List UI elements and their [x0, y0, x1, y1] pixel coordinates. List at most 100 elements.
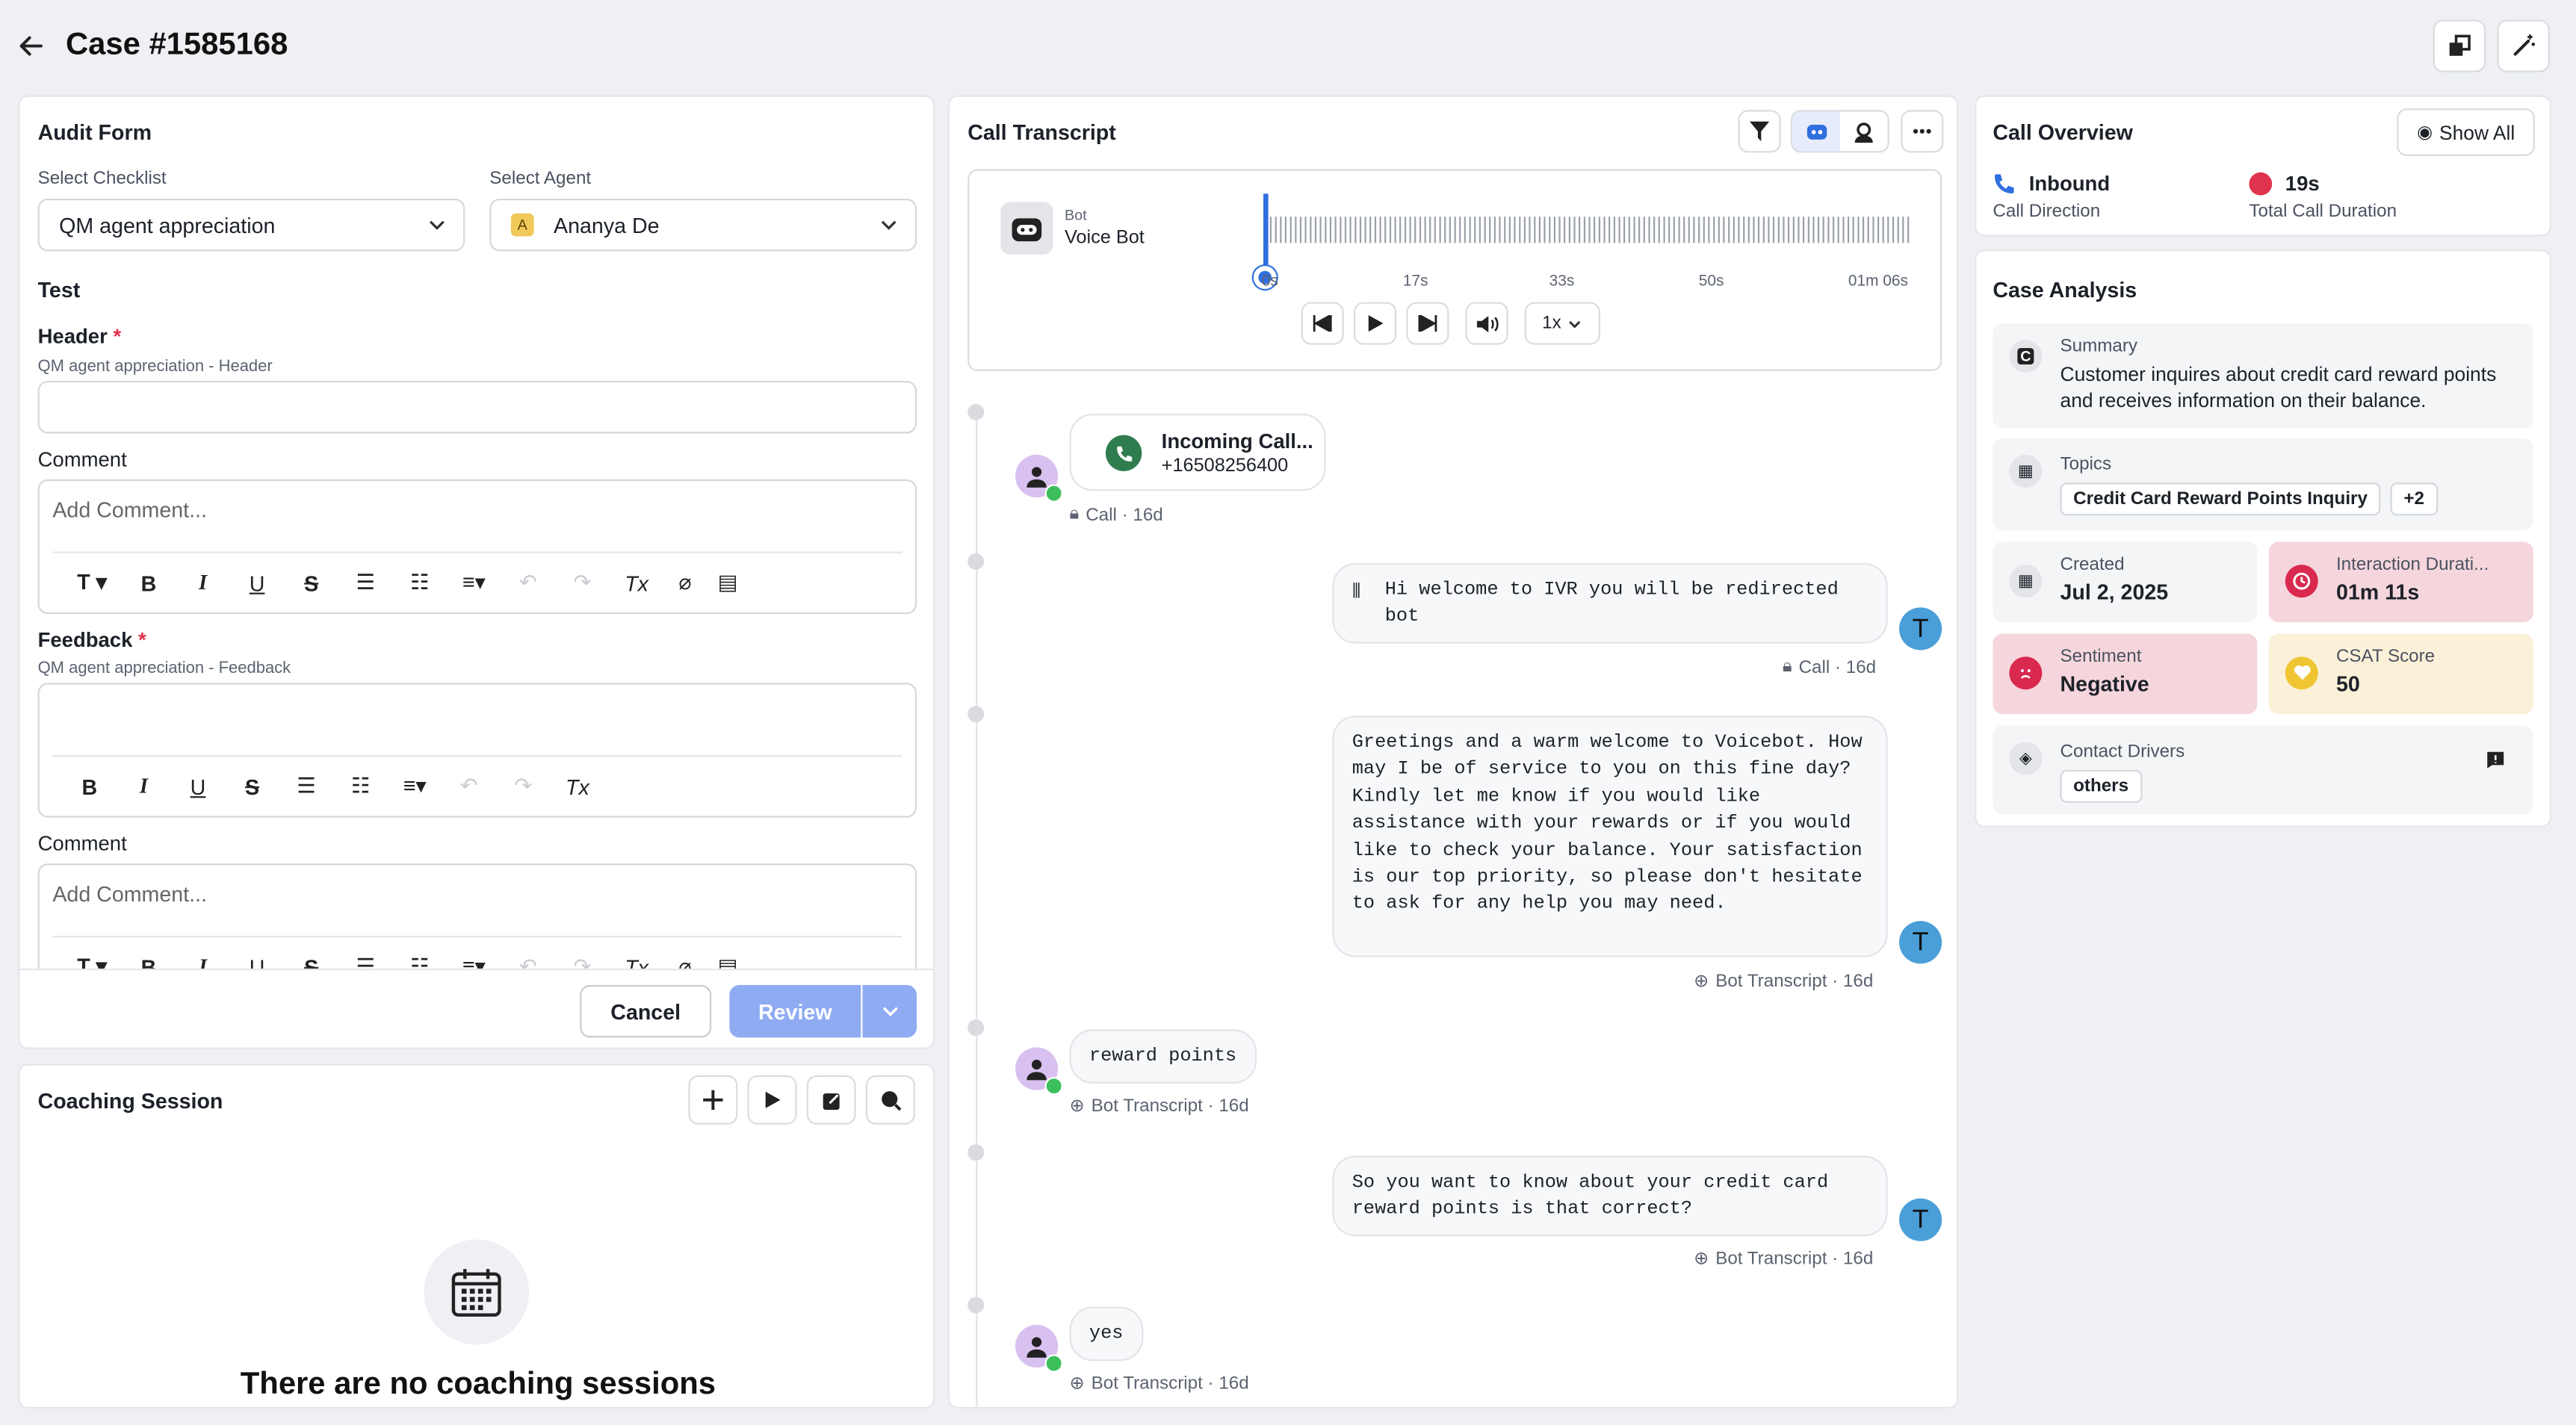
- coaching-empty-text: There are no coaching sessions: [240, 1367, 716, 1403]
- undo-icon[interactable]: ↶: [501, 566, 556, 599]
- bold-icon[interactable]: B: [122, 566, 176, 599]
- underline-icon[interactable]: U: [230, 566, 285, 599]
- csat-card: CSAT Score 50: [2268, 633, 2533, 715]
- waveform-bar: [1832, 217, 1835, 243]
- align-icon[interactable]: ≡▾: [388, 770, 442, 803]
- add-session-button[interactable]: [688, 1075, 738, 1125]
- waveform-bar: [1359, 217, 1362, 243]
- waveform-bar: [1678, 217, 1680, 243]
- sentiment-value: Negative: [2060, 671, 2149, 697]
- bold-icon[interactable]: B: [63, 770, 117, 803]
- strikethrough-icon[interactable]: S: [284, 566, 338, 599]
- agent-select[interactable]: A Ananya De: [489, 198, 917, 252]
- play-session-button[interactable]: [747, 1075, 797, 1125]
- interaction-card: Interaction Durati... 01m 11s: [2268, 541, 2533, 623]
- cancel-button[interactable]: Cancel: [580, 984, 712, 1038]
- numbered-list-icon[interactable]: ☷: [333, 770, 388, 803]
- waveform-bar: [1269, 217, 1272, 243]
- underline-icon[interactable]: U: [171, 770, 226, 803]
- feedback-editor[interactable]: B I U S ☰ ☷ ≡▾ ↶ ↷ Tx: [37, 683, 917, 818]
- bullet-list-icon[interactable]: ☰: [338, 566, 393, 599]
- more-options-button[interactable]: [1901, 110, 1944, 153]
- waveform-bar: [1892, 217, 1895, 243]
- player-name: Voice Bot: [1064, 228, 1145, 248]
- user-icon: [1027, 467, 1047, 488]
- summary-text: Customer inquires about credit card rewa…: [2060, 362, 2497, 412]
- waveform-bar: [1374, 217, 1377, 243]
- play-button[interactable]: [1353, 302, 1397, 345]
- drivers-label: Contact Drivers: [2060, 742, 2185, 762]
- clear-format-icon[interactable]: Tx: [551, 770, 605, 803]
- volume-button[interactable]: [1465, 302, 1508, 345]
- waveform-bar: [1549, 217, 1551, 243]
- filter-button[interactable]: [1738, 110, 1781, 153]
- review-dropdown-button[interactable]: [862, 984, 917, 1038]
- bot-view-button[interactable]: [1792, 111, 1840, 152]
- italic-icon[interactable]: I: [117, 770, 171, 803]
- waveform-bar: [1534, 217, 1536, 243]
- waveform-bar: [1753, 217, 1755, 243]
- speed-select[interactable]: 1x: [1524, 302, 1600, 345]
- agent-value: Ananya De: [554, 212, 660, 238]
- bullet-list-icon[interactable]: ☰: [279, 770, 334, 803]
- align-icon[interactable]: ≡▾: [447, 566, 501, 599]
- clear-format-icon[interactable]: Tx: [610, 566, 664, 599]
- edit-session-button[interactable]: [806, 1075, 856, 1125]
- redo-icon[interactable]: ↷: [555, 566, 610, 599]
- waveform-bar: [1603, 217, 1606, 243]
- globe-icon: ⊕: [1069, 1373, 1085, 1394]
- waveform-bar: [1693, 217, 1695, 243]
- show-all-button[interactable]: ◉ Show All: [2397, 108, 2536, 156]
- created-card: ▦ Created Jul 2, 2025: [1993, 541, 2258, 623]
- numbered-list-icon[interactable]: ☷: [393, 566, 448, 599]
- customer-message: reward points: [1069, 1029, 1257, 1084]
- header-input[interactable]: [37, 380, 917, 434]
- customer-avatar: [1015, 1324, 1063, 1373]
- magic-wand-icon[interactable]: [2497, 19, 2550, 72]
- inbound-icon: [1993, 173, 2016, 204]
- popout-icon[interactable]: [2433, 19, 2486, 72]
- waveform-bar: [1887, 217, 1889, 243]
- chevron-down-icon: [881, 220, 897, 230]
- waveform-bar: [1812, 217, 1815, 243]
- rewind-button[interactable]: [1301, 302, 1344, 345]
- time-tick-label: 17s: [1402, 272, 1428, 291]
- redo-icon[interactable]: ↷: [496, 770, 551, 803]
- form-footer: Cancel Review: [19, 968, 934, 1048]
- waveform-bar: [1544, 217, 1546, 243]
- waveform-bar: [1489, 217, 1491, 243]
- waveform-bar: [1802, 217, 1805, 243]
- search-session-button[interactable]: [865, 1075, 915, 1125]
- italic-icon[interactable]: I: [176, 566, 230, 599]
- topics-card: ▦ Topics Credit Card Reward Points Inqui…: [1993, 438, 2533, 531]
- waveform-bar: [1334, 217, 1337, 243]
- waveform[interactable]: [1265, 212, 1912, 248]
- text-style-icon[interactable]: T ▾: [63, 566, 122, 599]
- topic-chip[interactable]: Credit Card Reward Points Inquiry: [2060, 482, 2381, 516]
- waveform-bar: [1404, 217, 1407, 243]
- attachment-icon[interactable]: ⌀: [663, 566, 706, 599]
- back-arrow-icon[interactable]: [16, 31, 46, 61]
- forward-button[interactable]: [1406, 302, 1449, 345]
- review-button[interactable]: Review: [729, 984, 861, 1038]
- waveform-bar: [1484, 217, 1486, 243]
- agent-view-button[interactable]: [1840, 111, 1888, 151]
- strikethrough-icon[interactable]: S: [225, 770, 279, 803]
- undo-icon[interactable]: ↶: [442, 770, 497, 803]
- waveform-bar: [1643, 217, 1645, 243]
- waveform-bar: [1493, 217, 1496, 243]
- topic-more-chip[interactable]: +2: [2390, 482, 2438, 516]
- waveform-bar: [1340, 217, 1342, 243]
- waveform-bar: [1738, 217, 1740, 243]
- driver-chip[interactable]: others: [2060, 769, 2142, 803]
- feedback-flag-icon[interactable]: [2486, 748, 2505, 778]
- checklist-select[interactable]: QM agent appreciation: [37, 198, 465, 252]
- waveform-bar: [1708, 217, 1710, 243]
- document-icon[interactable]: ▤: [707, 566, 749, 599]
- waveform-bar: [1862, 217, 1865, 243]
- waveform-bar: [1668, 217, 1671, 243]
- comment-editor[interactable]: Add Comment... T ▾ B I U S ☰ ☷ ≡▾ ↶ ↷ Tx…: [37, 479, 917, 615]
- waveform-bar: [1399, 217, 1402, 243]
- sentiment-card: Sentiment Negative: [1993, 633, 2258, 715]
- waveform-bar: [1314, 217, 1317, 243]
